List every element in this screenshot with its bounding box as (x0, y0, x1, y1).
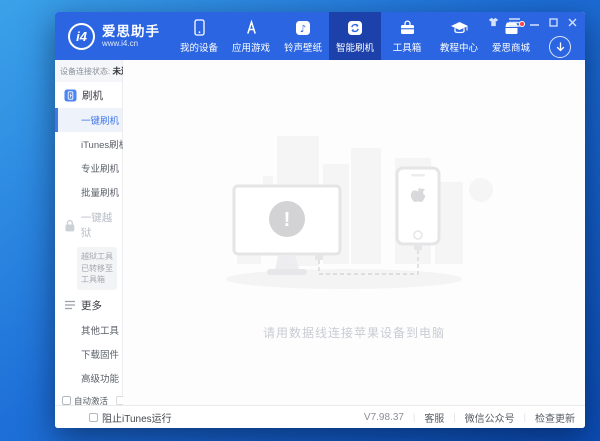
sidebar-group-more[interactable]: 更多 (55, 292, 122, 318)
tab-smart-flash[interactable]: 智能刷机 (329, 12, 381, 60)
tab-label: 应用游戏 (232, 40, 270, 54)
sidebar-item-download-firmware[interactable]: 下载固件 (55, 342, 122, 366)
sidebar-item-advanced-features[interactable]: 高级功能 (55, 366, 122, 390)
i4-logo-icon: i4 (68, 23, 95, 50)
app-window: i4 爱思助手 www.i4.cn 我的设备 应用游戏 (55, 12, 585, 428)
tab-label: 我的设备 (180, 40, 218, 54)
minimize-icon[interactable] (530, 18, 539, 27)
jailbreak-moved-note: 越狱工具已转移至工具箱 (77, 247, 117, 290)
flash-sync-icon (347, 19, 363, 37)
theme-skin-icon[interactable] (488, 17, 499, 27)
ground-shadow (226, 269, 462, 289)
customer-service-link[interactable]: 客服 (424, 410, 444, 425)
cable-plug (414, 244, 422, 250)
desktop-background: i4 爱思助手 www.i4.cn 我的设备 应用游戏 (0, 0, 600, 441)
alert-exclamation: ! (284, 209, 291, 231)
lock-icon (64, 219, 76, 232)
sidebar: 设备连接状态: 未连接 刷机 一键刷机 iTunes刷机 专业刷机 批量刷机 一… (55, 60, 123, 405)
tab-ringtone-wallpaper[interactable]: ♪ 铃声壁纸 (277, 12, 329, 60)
checkbox-box[interactable] (89, 413, 98, 422)
checkbox-box[interactable] (62, 396, 71, 405)
toolbox-icon (399, 19, 416, 37)
more-lines-icon (64, 300, 76, 310)
sidebar-group-flash[interactable]: 刷机 (55, 82, 122, 108)
sidebar-group-label: 刷机 (82, 88, 103, 103)
device-status: 设备连接状态: 未连接 (55, 60, 122, 82)
cable-plug (315, 254, 323, 260)
close-icon[interactable] (568, 18, 577, 27)
sidebar-item-itunes-flash[interactable]: iTunes刷机 (55, 132, 122, 156)
tab-label: 铃声壁纸 (284, 40, 322, 54)
footer-bar: 阻止iTunes运行 V7.98.37 | 客服 | 微信公众号 | 检查更新 (55, 405, 585, 428)
header-bar: i4 爱思助手 www.i4.cn 我的设备 应用游戏 (55, 12, 585, 60)
app-logo: i4 爱思助手 www.i4.cn (55, 12, 173, 60)
sidebar-item-batch-flash[interactable]: 批量刷机 (55, 180, 122, 204)
flash-phone-icon (64, 89, 77, 102)
sidebar-group-jailbreak: 一键越狱 (55, 204, 122, 245)
divider: | (413, 412, 415, 422)
connect-device-illustration: ! (199, 124, 509, 314)
main-nav: 我的设备 应用游戏 ♪ 铃声壁纸 (173, 12, 537, 60)
svg-text:♪: ♪ (300, 24, 306, 35)
app-url: www.i4.cn (102, 39, 160, 48)
block-itunes-checkbox[interactable]: 阻止iTunes运行 (89, 410, 172, 425)
tab-label: 爱思商城 (492, 40, 530, 54)
check-update-link[interactable]: 检查更新 (535, 410, 575, 425)
tab-apps-games[interactable]: 应用游戏 (225, 12, 277, 60)
sidebar-group-label: 一键越狱 (81, 210, 122, 240)
device-status-label: 设备连接状态: (60, 67, 110, 76)
phone-graphic (397, 168, 439, 244)
sidebar-group-label: 更多 (81, 298, 102, 313)
divider: | (453, 412, 455, 422)
maximize-icon[interactable] (549, 18, 558, 27)
menu-icon[interactable] (509, 18, 520, 27)
device-icon (192, 19, 207, 37)
appstore-a-icon (243, 19, 260, 37)
tab-label: 工具箱 (393, 40, 422, 54)
download-manager-button[interactable] (549, 36, 571, 58)
tab-tutorial-center[interactable]: 教程中心 (433, 12, 485, 60)
tab-label: 智能刷机 (336, 40, 374, 54)
tab-toolbox[interactable]: 工具箱 (381, 12, 433, 60)
sidebar-item-other-tools[interactable]: 其他工具 (55, 318, 122, 342)
sidebar-item-one-key-flash[interactable]: 一键刷机 (55, 108, 122, 132)
window-controls (488, 17, 577, 27)
music-note-icon: ♪ (295, 19, 311, 37)
empty-state-hint: 请用数据线连接苹果设备到电脑 (263, 324, 445, 341)
graduation-cap-icon (450, 19, 469, 37)
divider: | (524, 412, 526, 422)
sidebar-item-pro-flash[interactable]: 专业刷机 (55, 156, 122, 180)
version-label: V7.98.37 (364, 412, 404, 423)
tab-my-device[interactable]: 我的设备 (173, 12, 225, 60)
app-title: 爱思助手 (102, 24, 160, 40)
main-content: ! 请用数据线连接苹果设备到电脑 (123, 60, 585, 405)
tab-label: 教程中心 (440, 40, 478, 54)
wechat-official-link[interactable]: 微信公众号 (465, 410, 515, 425)
